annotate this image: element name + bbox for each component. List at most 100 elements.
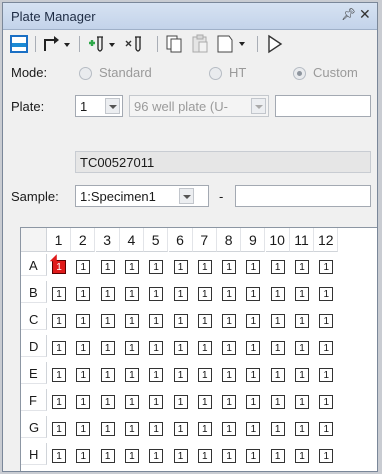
- well-A10[interactable]: 1: [270, 260, 285, 274]
- run-play-icon[interactable]: [263, 34, 285, 54]
- column-header[interactable]: 9: [241, 228, 266, 252]
- mode-custom-radio[interactable]: [293, 67, 306, 80]
- well-B7[interactable]: 1: [197, 287, 212, 301]
- mode-standard-radio[interactable]: [79, 67, 92, 80]
- well-H3[interactable]: 1: [100, 449, 115, 463]
- well-D11[interactable]: 1: [295, 341, 309, 355]
- well-A5[interactable]: 1: [149, 260, 164, 274]
- well-E3[interactable]: 1: [100, 368, 115, 382]
- well-A8[interactable]: 1: [222, 260, 237, 274]
- well-B6[interactable]: 1: [173, 287, 188, 301]
- column-header[interactable]: 4: [119, 228, 144, 252]
- well-E7[interactable]: 1: [197, 368, 212, 382]
- well-E12[interactable]: 1: [319, 368, 334, 382]
- column-header[interactable]: 2: [71, 228, 96, 252]
- well-B8[interactable]: 1: [222, 287, 237, 301]
- well-H10[interactable]: 1: [270, 449, 285, 463]
- well-A4[interactable]: 1: [124, 260, 139, 274]
- paste-icon[interactable]: [189, 34, 211, 54]
- well-B10[interactable]: 1: [270, 287, 285, 301]
- well-B11[interactable]: 1: [295, 287, 309, 301]
- well-B9[interactable]: 1: [246, 287, 261, 301]
- column-header[interactable]: 3: [95, 228, 120, 252]
- sample-select[interactable]: 1:Specimen1: [75, 185, 209, 207]
- well-C12[interactable]: 1: [319, 314, 334, 328]
- well-H4[interactable]: 1: [124, 449, 139, 463]
- well-H11[interactable]: 1: [295, 449, 309, 463]
- column-header[interactable]: 12: [314, 228, 339, 252]
- chevron-down-icon[interactable]: [179, 188, 194, 204]
- well-D1[interactable]: 1: [52, 341, 66, 355]
- well-C1[interactable]: 1: [52, 314, 66, 328]
- well-D5[interactable]: 1: [149, 341, 164, 355]
- well-E1[interactable]: 1: [52, 368, 66, 382]
- column-header[interactable]: 1: [47, 228, 71, 252]
- well-G1[interactable]: 1: [52, 422, 66, 436]
- well-A6[interactable]: 1: [173, 260, 188, 274]
- export-arrow-dropdown-icon[interactable]: [41, 34, 75, 54]
- row-header[interactable]: D: [21, 335, 47, 357]
- well-E5[interactable]: 1: [149, 368, 164, 382]
- well-E2[interactable]: 1: [76, 368, 91, 382]
- well-C7[interactable]: 1: [197, 314, 212, 328]
- well-G7[interactable]: 1: [197, 422, 212, 436]
- well-D9[interactable]: 1: [246, 341, 261, 355]
- plate-type-select[interactable]: 96 well plate (U-: [129, 95, 269, 117]
- well-H9[interactable]: 1: [246, 449, 261, 463]
- row-header[interactable]: H: [21, 443, 47, 465]
- row-header[interactable]: C: [21, 308, 47, 330]
- well-F5[interactable]: 1: [149, 395, 164, 409]
- well-G10[interactable]: 1: [270, 422, 285, 436]
- well-G4[interactable]: 1: [124, 422, 139, 436]
- well-E6[interactable]: 1: [173, 368, 188, 382]
- layout-icon[interactable]: [9, 34, 29, 54]
- well-H6[interactable]: 1: [173, 449, 188, 463]
- well-G2[interactable]: 1: [76, 422, 91, 436]
- sample-text-input[interactable]: [235, 185, 371, 207]
- well-C11[interactable]: 1: [295, 314, 309, 328]
- well-D2[interactable]: 1: [76, 341, 91, 355]
- well-C6[interactable]: 1: [173, 314, 188, 328]
- well-E11[interactable]: 1: [295, 368, 309, 382]
- well-B5[interactable]: 1: [149, 287, 164, 301]
- well-D7[interactable]: 1: [197, 341, 212, 355]
- well-G5[interactable]: 1: [149, 422, 164, 436]
- well-C10[interactable]: 1: [270, 314, 285, 328]
- well-F12[interactable]: 1: [319, 395, 334, 409]
- well-F8[interactable]: 1: [222, 395, 237, 409]
- well-G9[interactable]: 1: [246, 422, 261, 436]
- well-F6[interactable]: 1: [173, 395, 188, 409]
- clipboard-dropdown-icon[interactable]: [215, 34, 251, 54]
- well-D8[interactable]: 1: [222, 341, 237, 355]
- column-header[interactable]: 11: [290, 228, 314, 252]
- well-G11[interactable]: 1: [295, 422, 309, 436]
- well-B2[interactable]: 1: [76, 287, 91, 301]
- close-icon[interactable]: ✕: [359, 6, 371, 23]
- row-header[interactable]: A: [21, 254, 47, 276]
- plate-name-input[interactable]: [275, 95, 371, 117]
- column-header[interactable]: 7: [192, 228, 217, 252]
- well-C8[interactable]: 1: [222, 314, 237, 328]
- well-H12[interactable]: 1: [319, 449, 334, 463]
- pin-icon[interactable]: 📌︎: [341, 7, 356, 21]
- well-C3[interactable]: 1: [100, 314, 115, 328]
- well-G3[interactable]: 1: [100, 422, 115, 436]
- well-F1[interactable]: 1: [52, 395, 66, 409]
- column-header[interactable]: 8: [217, 228, 242, 252]
- chevron-down-icon[interactable]: [251, 98, 266, 114]
- well-F10[interactable]: 1: [270, 395, 285, 409]
- well-H1[interactable]: 1: [52, 449, 66, 463]
- well-F7[interactable]: 1: [197, 395, 212, 409]
- column-header[interactable]: 5: [144, 228, 169, 252]
- remove-tube-icon[interactable]: [123, 34, 149, 54]
- well-G12[interactable]: 1: [319, 422, 334, 436]
- plate-number-select[interactable]: 1: [75, 95, 123, 117]
- add-tube-dropdown-icon[interactable]: [85, 34, 121, 54]
- well-H2[interactable]: 1: [76, 449, 91, 463]
- well-G8[interactable]: 1: [222, 422, 237, 436]
- well-E4[interactable]: 1: [124, 368, 139, 382]
- well-F3[interactable]: 1: [100, 395, 115, 409]
- copy-icon[interactable]: [163, 34, 185, 54]
- well-H7[interactable]: 1: [197, 449, 212, 463]
- well-E10[interactable]: 1: [270, 368, 285, 382]
